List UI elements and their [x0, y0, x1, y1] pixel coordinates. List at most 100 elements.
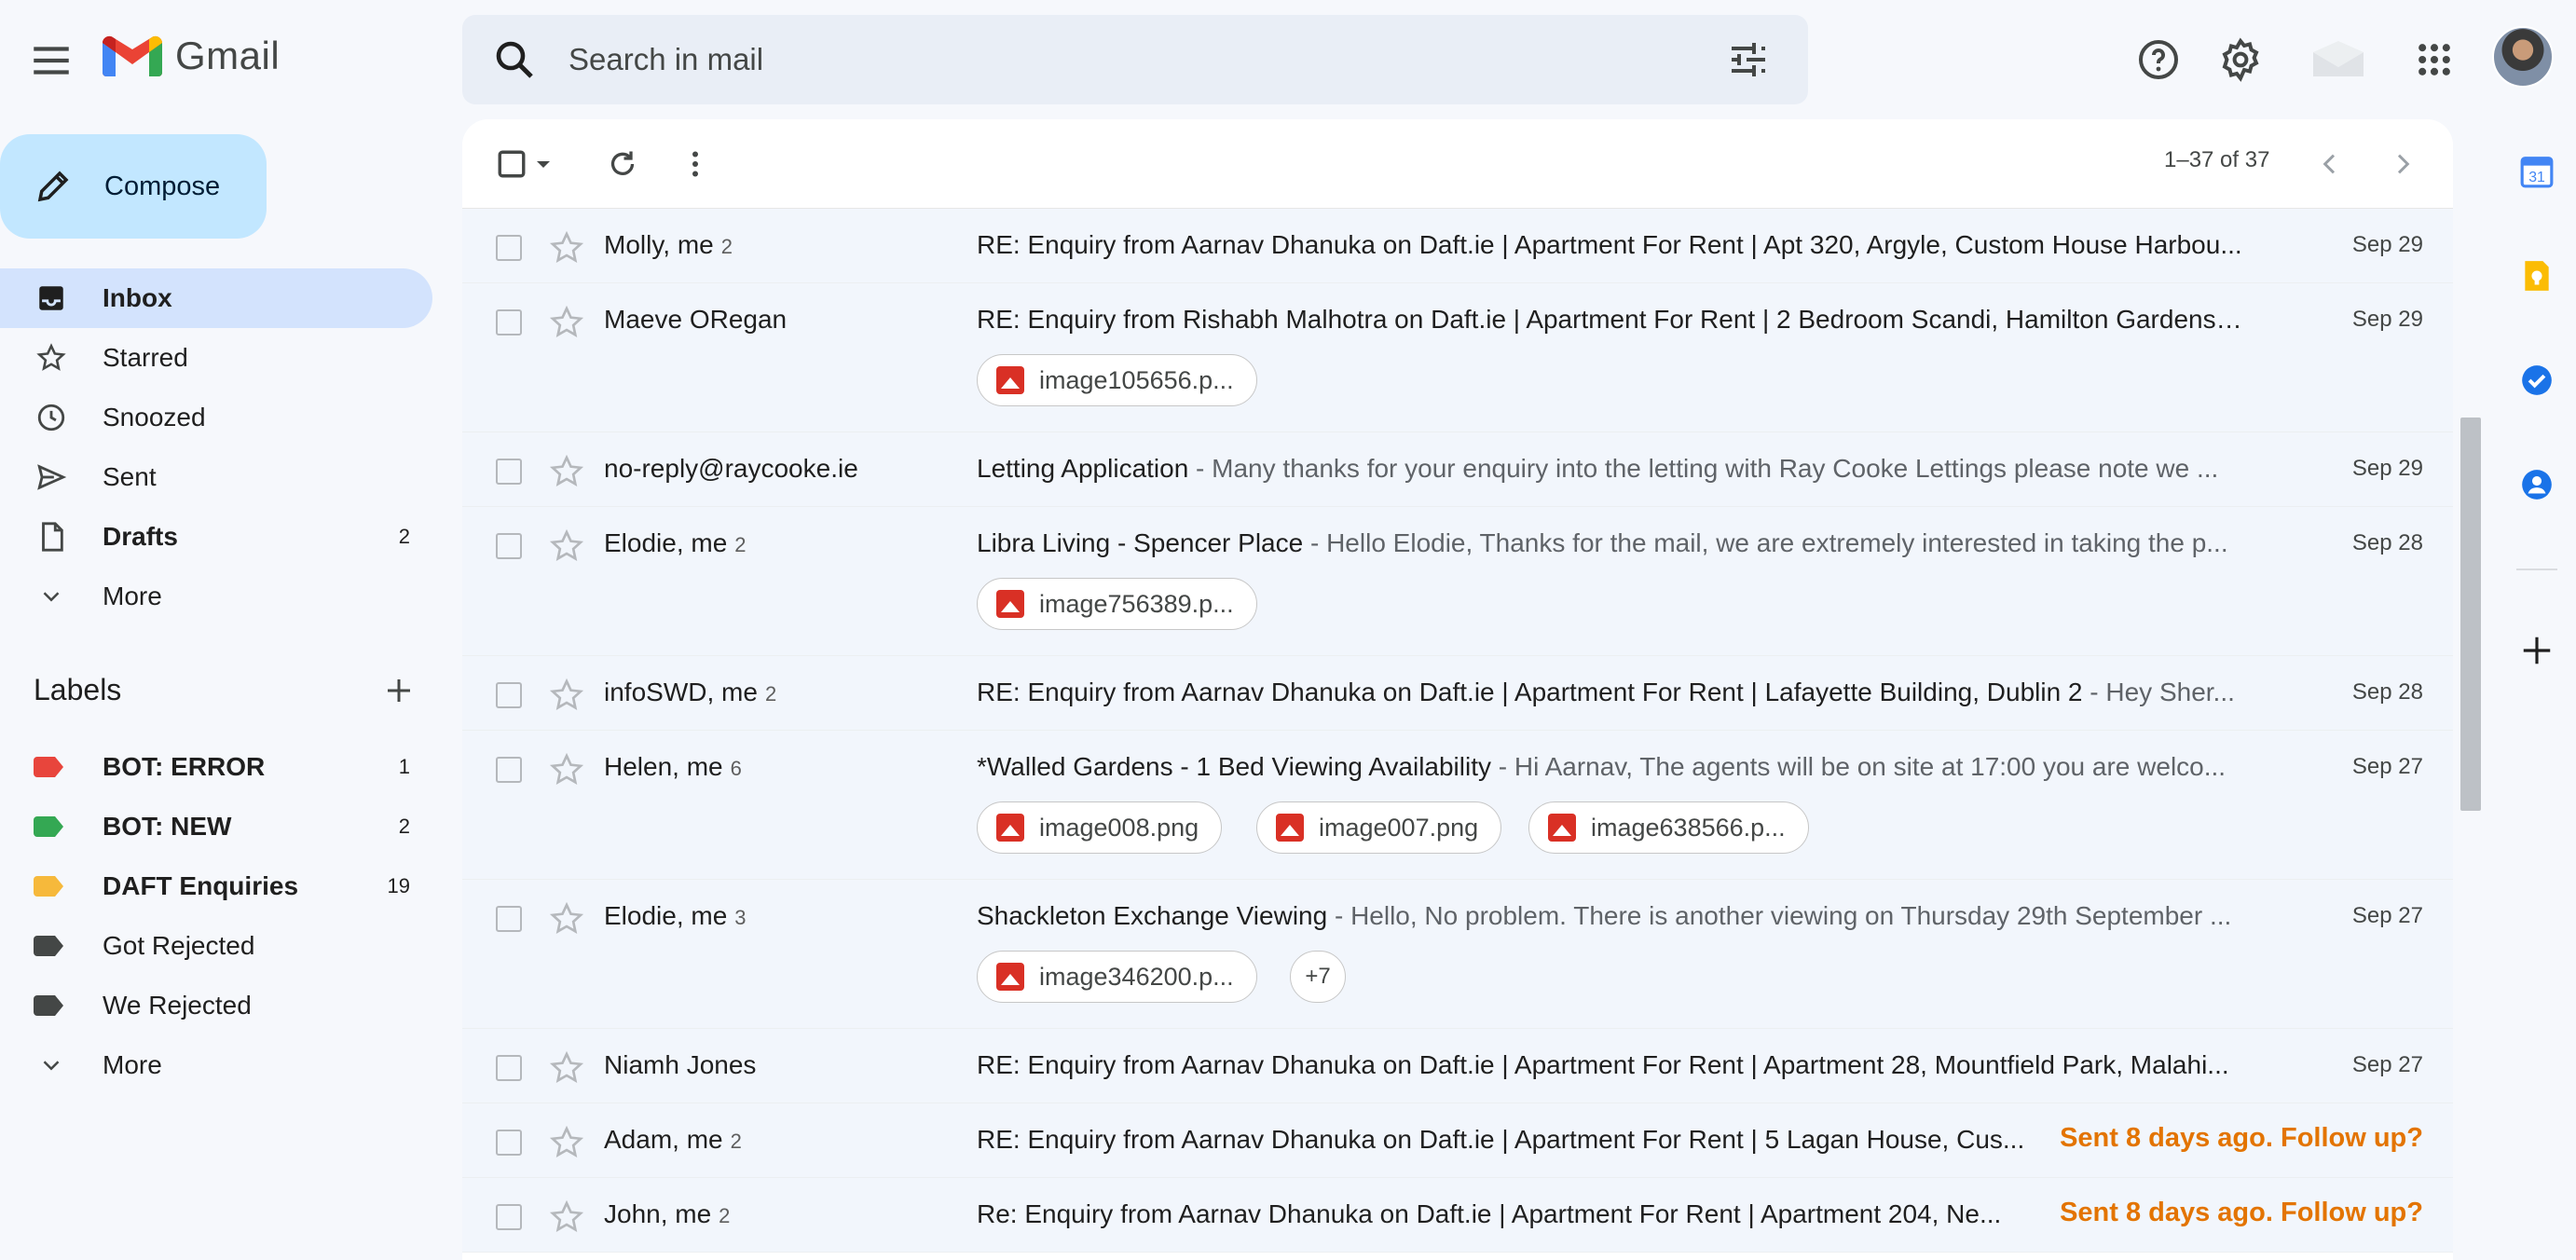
star-icon[interactable]	[548, 1124, 585, 1161]
refresh-icon[interactable]	[600, 142, 645, 186]
label-tag-icon	[34, 995, 63, 1016]
email-row[interactable]: no-reply@raycooke.ie Letting Application …	[462, 432, 2453, 507]
star-icon[interactable]	[548, 751, 585, 788]
sender-name: Elodie, me	[604, 528, 728, 557]
label-tag-icon	[34, 757, 63, 777]
older-page-icon[interactable]	[2380, 142, 2425, 186]
star-icon[interactable]	[548, 900, 585, 938]
newer-page-icon[interactable]	[2308, 142, 2352, 186]
inbox-icon	[34, 281, 69, 316]
account-avatar[interactable]	[2492, 26, 2554, 88]
search-options-icon[interactable]	[1726, 37, 1771, 82]
select-all-checkbox[interactable]	[496, 142, 528, 186]
row-checkbox[interactable]	[496, 309, 522, 336]
labels-more-label: More	[103, 1050, 162, 1079]
email-subject: Re: Enquiry from Aarnav Dhanuka on Daft.…	[977, 1199, 2244, 1229]
email-sender: Elodie, me 3	[604, 901, 747, 931]
add-addon-icon[interactable]	[2518, 632, 2555, 669]
thread-count: 2	[764, 682, 777, 705]
email-subject: RE: Enquiry from Aarnav Dhanuka on Daft.…	[977, 678, 2244, 707]
row-checkbox[interactable]	[496, 757, 522, 783]
attachment-chip[interactable]: image638566.p...	[1528, 801, 1809, 854]
label-item-bot-new[interactable]: BOT: NEW 2	[0, 797, 432, 856]
image-file-icon	[996, 963, 1024, 991]
select-dropdown-icon[interactable]	[529, 142, 557, 186]
sidebar-item-more[interactable]: More	[0, 567, 432, 626]
subject-text: RE: Enquiry from Aarnav Dhanuka on Daft.…	[977, 1050, 2229, 1079]
scrollbar[interactable]	[2460, 418, 2481, 811]
star-icon[interactable]	[548, 1049, 585, 1087]
app-name: Gmail	[175, 34, 281, 77]
row-checkbox[interactable]	[496, 682, 522, 708]
attachment-chip[interactable]: image105656.p...	[977, 354, 1257, 406]
sidebar-item-inbox[interactable]: Inbox	[0, 268, 432, 328]
attachment-name: image007.png	[1319, 813, 1479, 842]
email-row[interactable]: John, me 2 Re: Enquiry from Aarnav Dhanuka…	[462, 1178, 2453, 1253]
contacts-icon[interactable]	[2518, 466, 2555, 503]
row-checkbox[interactable]	[496, 459, 522, 485]
search-bar[interactable]	[462, 15, 1808, 104]
email-row[interactable]: Adam, me 2 RE: Enquiry from Aarnav Dhanuka…	[462, 1103, 2453, 1178]
settings-gear-icon[interactable]	[2214, 34, 2267, 86]
add-label-icon[interactable]	[382, 674, 416, 707]
attachment-chip[interactable]: image008.png	[977, 801, 1223, 854]
main-menu-icon[interactable]	[28, 37, 75, 84]
label-name: Got Rejected	[103, 931, 255, 960]
tasks-icon[interactable]	[2518, 362, 2555, 399]
star-icon[interactable]	[548, 1198, 585, 1236]
label-item-daft-enquiries[interactable]: DAFT Enquiries 19	[0, 856, 432, 916]
star-icon[interactable]	[548, 527, 585, 565]
label-item-bot-error[interactable]: BOT: ERROR 1	[0, 737, 432, 797]
row-checkbox[interactable]	[496, 533, 522, 559]
star-icon[interactable]	[548, 677, 585, 714]
calendar-icon[interactable]: 31	[2518, 153, 2555, 190]
sender-name: Adam, me	[604, 1125, 723, 1154]
email-date: Sep 27	[2351, 1052, 2423, 1077]
follow-up-nudge: Sent 8 days ago. Follow up?	[2060, 1198, 2423, 1227]
email-subject: Shackleton Exchange Viewing - Hello, No …	[977, 901, 2244, 931]
gmail-logo[interactable]: Gmail	[103, 34, 280, 78]
row-checkbox[interactable]	[496, 1055, 522, 1081]
search-icon[interactable]	[492, 37, 537, 82]
image-file-icon	[996, 590, 1024, 618]
sender-name: Elodie, me	[604, 901, 728, 930]
labels-more[interactable]: More	[0, 1035, 432, 1095]
sender-name: Niamh Jones	[604, 1050, 757, 1079]
email-sender: Niamh Jones	[604, 1050, 763, 1080]
more-attachments-chip[interactable]: +7	[1290, 951, 1346, 1003]
sidebar-item-drafts[interactable]: Drafts 2	[0, 507, 432, 567]
keep-notes-icon[interactable]	[2518, 257, 2555, 294]
row-checkbox[interactable]	[496, 1130, 522, 1156]
sidebar-item-sent[interactable]: Sent	[0, 447, 432, 507]
email-row[interactable]: Molly, me 2 RE: Enquiry from Aarnav Dhanuk…	[462, 209, 2453, 283]
apps-grid-icon[interactable]	[2408, 34, 2460, 86]
email-row[interactable]: infoSWD, me 2 RE: Enquiry from Aarnav Dhan…	[462, 656, 2453, 731]
more-options-icon[interactable]	[673, 142, 718, 186]
star-icon[interactable]	[548, 304, 585, 341]
label-item-got-rejected[interactable]: Got Rejected	[0, 916, 432, 976]
attachment-chip[interactable]: image007.png	[1256, 801, 1502, 854]
compose-button[interactable]: Compose	[0, 134, 267, 239]
email-row[interactable]: Elodie, me 3 Shackleton Exchange Viewing -…	[462, 880, 2453, 1029]
star-icon[interactable]	[548, 453, 585, 490]
help-icon[interactable]	[2132, 34, 2185, 86]
email-sender: no-reply@raycooke.ie	[604, 454, 866, 484]
row-checkbox[interactable]	[496, 906, 522, 932]
row-checkbox[interactable]	[496, 235, 522, 261]
attachment-chip[interactable]: image346200.p...	[977, 951, 1257, 1003]
label-tag-icon	[34, 936, 63, 956]
search-input[interactable]	[569, 35, 1687, 84]
email-row[interactable]: Maeve ORegan RE: Enquiry from Rishabh Mal…	[462, 283, 2453, 432]
attachment-chip[interactable]: image756389.p...	[977, 578, 1257, 630]
email-row[interactable]: Helen, me 6 *Walled Gardens - 1 Bed Viewin…	[462, 731, 2453, 880]
star-icon[interactable]	[548, 229, 585, 267]
sidebar-item-starred[interactable]: Starred	[0, 328, 432, 388]
label-count: 19	[387, 874, 410, 897]
row-checkbox[interactable]	[496, 1204, 522, 1230]
email-row[interactable]: Elodie, me 2 Libra Living - Spencer Place …	[462, 507, 2453, 656]
workspace-app-icon[interactable]	[2306, 34, 2371, 86]
subject-text: RE: Enquiry from Aarnav Dhanuka on Daft.…	[977, 230, 2242, 259]
email-row[interactable]: Niamh Jones RE: Enquiry from Aarnav Dhanu…	[462, 1029, 2453, 1103]
label-item-we-rejected[interactable]: We Rejected	[0, 976, 432, 1035]
sidebar-item-snoozed[interactable]: Snoozed	[0, 388, 432, 447]
